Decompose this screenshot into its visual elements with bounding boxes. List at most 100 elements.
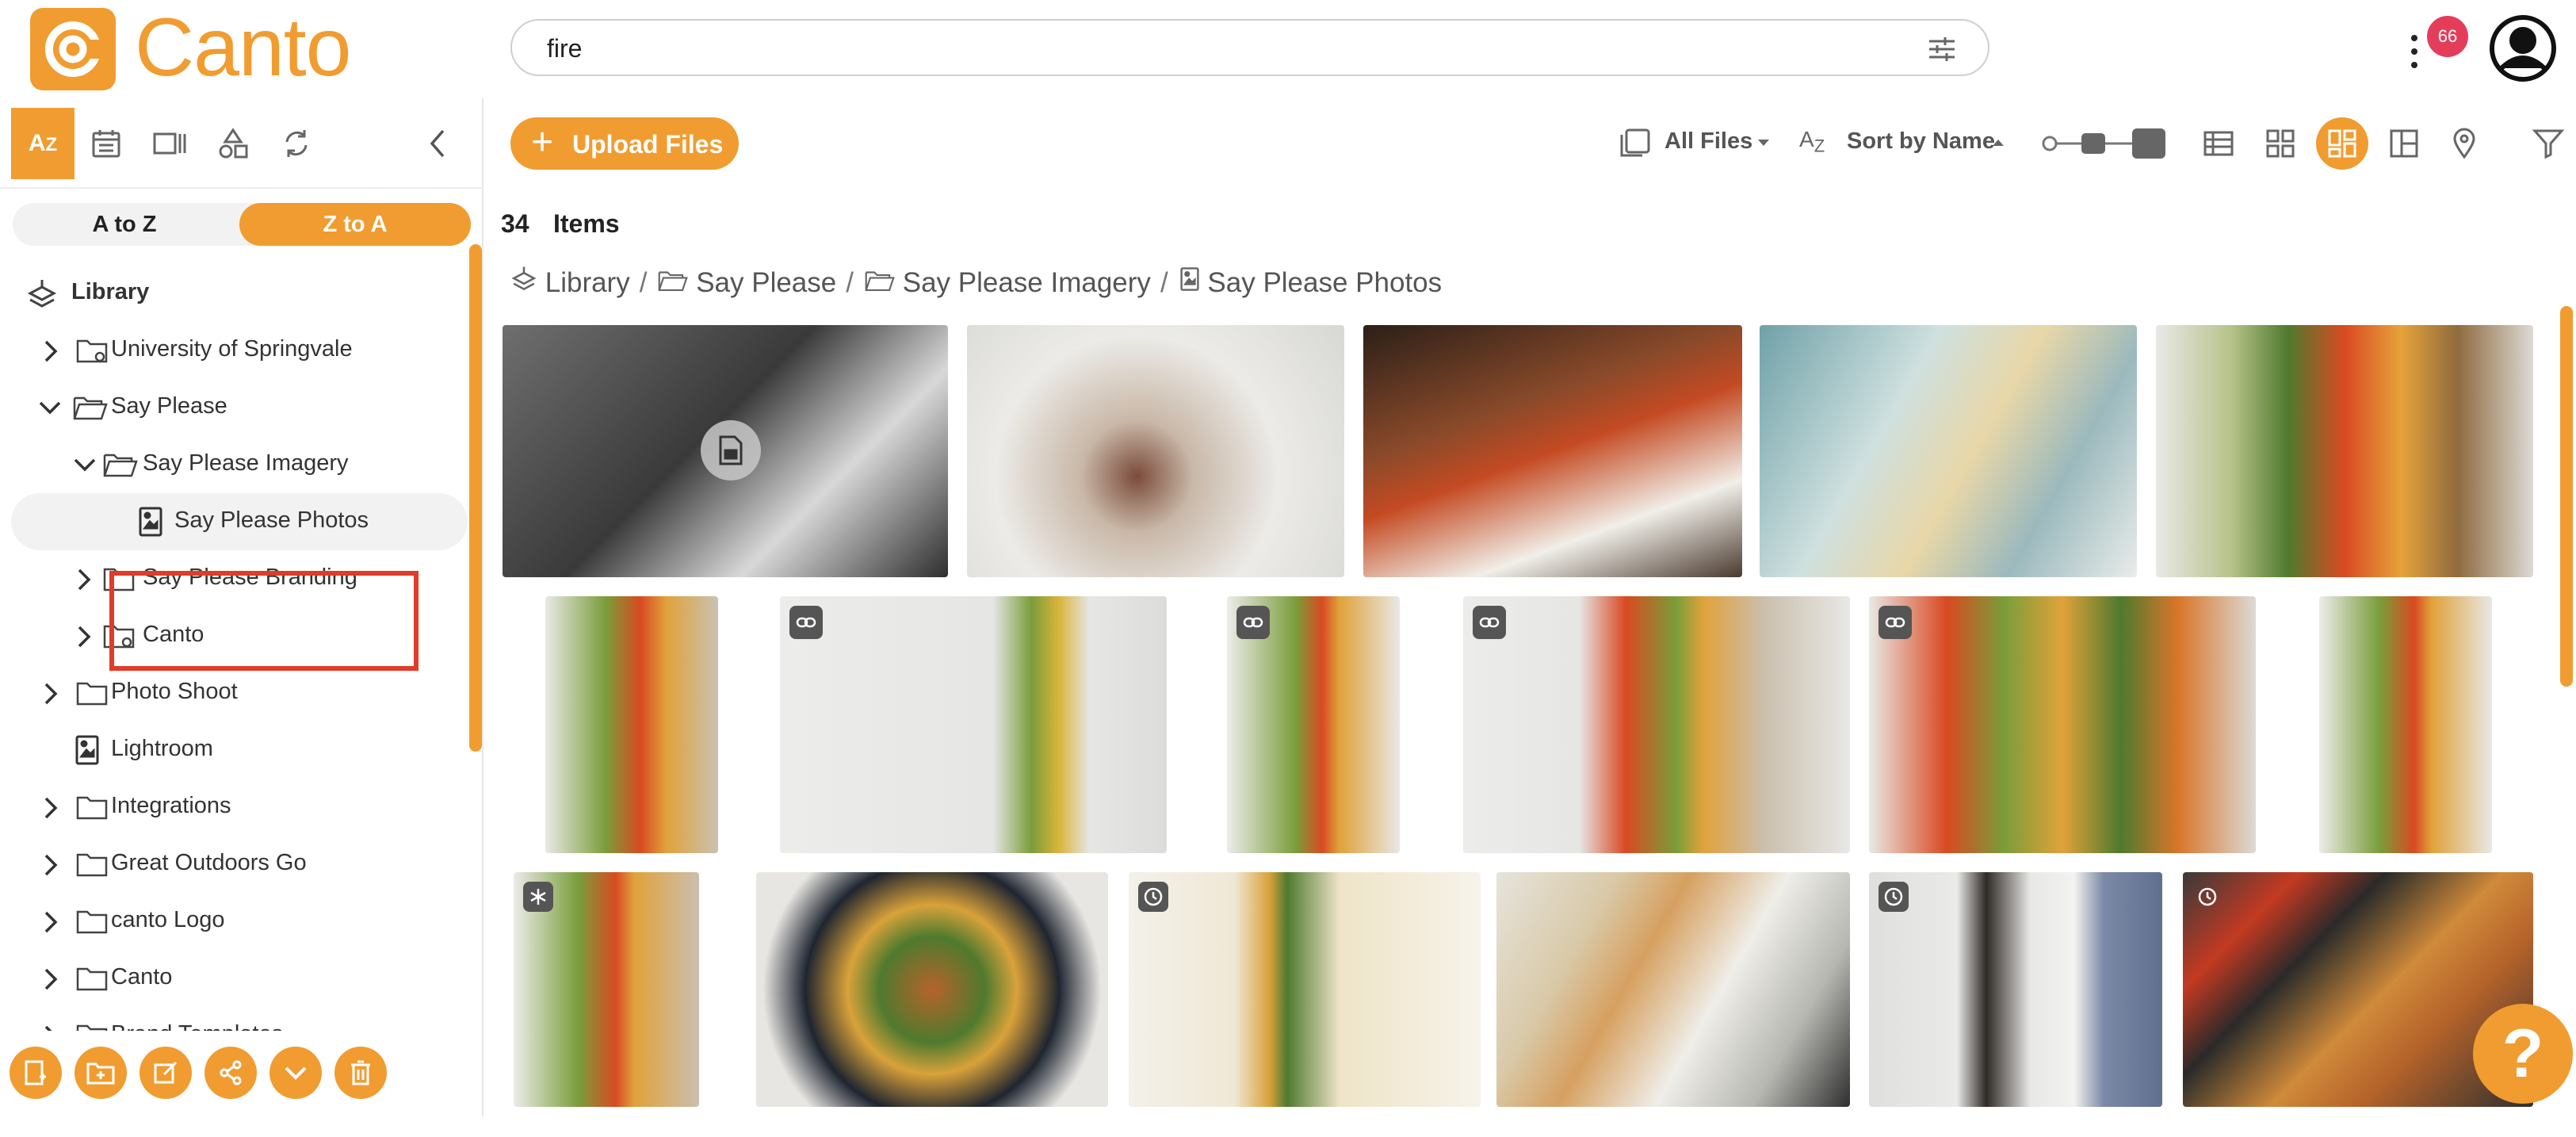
chevron-right-icon[interactable] [43,682,59,706]
thumbnail-size-slider[interactable] [2039,122,2173,165]
sidebar-scrollbar[interactable] [469,244,482,752]
breadcrumb-separator: / [639,267,648,298]
search-filter-icon[interactable] [1928,35,1956,63]
tree-item-label: Great Outdoors Go [111,850,307,875]
tree-item-say-please-imagery[interactable]: Say Please Imagery [0,436,468,493]
grid-view-icon[interactable] [2254,117,2307,170]
caret-down-icon[interactable] [1756,138,1771,147]
breadcrumb-say-please-imagery[interactable]: Say Please Imagery [865,267,1151,299]
asset-thumbnail[interactable] [514,872,699,1107]
more-menu-icon[interactable] [2406,32,2422,71]
asset-thumbnail[interactable] [1129,872,1481,1107]
asset-thumbnail[interactable] [1463,596,1850,853]
clock-icon [2192,882,2222,912]
search-bar[interactable] [510,19,1989,76]
tree-item-say-please-photos[interactable]: Say Please Photos [11,493,468,550]
share-button[interactable] [204,1047,257,1099]
tree-item-label: canto Logo [111,907,225,932]
asset-thumbnail[interactable] [503,325,948,577]
files-icon[interactable] [1619,127,1653,159]
folder-open-icon [103,454,138,477]
all-files-dropdown[interactable]: All Files [1664,128,1752,155]
chevron-right-icon[interactable] [43,967,59,991]
tree-item-label: Library [71,279,150,304]
split-view-icon[interactable] [2378,117,2430,170]
map-pin-icon[interactable] [2438,117,2490,170]
chevron-right-icon[interactable] [43,339,59,363]
help-button[interactable]: ? [2473,1004,2573,1104]
asset-thumbnail[interactable] [2156,325,2533,577]
snowflake-icon [523,882,553,912]
tree-item-canto[interactable]: Canto [0,950,468,1007]
tree-item-label: Lightroom [111,736,213,761]
edit-button[interactable] [140,1047,192,1099]
chevron-right-icon[interactable] [43,796,59,820]
chevron-right-icon[interactable] [43,853,59,877]
user-avatar-icon[interactable] [2489,14,2557,82]
tree-item-great-outdoors-go[interactable]: Great Outdoors Go [0,836,468,893]
notification-badge[interactable]: 66 [2427,16,2468,57]
sort-by-dropdown[interactable]: Sort by Name [1847,128,1995,155]
document-icon [701,420,761,480]
sort-alpha-icon[interactable]: AZ [11,108,75,179]
item-count-label: Items [553,209,620,238]
sort-name-icon[interactable]: AZ [1799,127,1825,157]
folder-open-icon [865,271,895,292]
new-folder-button[interactable] [75,1047,127,1099]
new-album-button[interactable] [10,1047,62,1099]
shapes-icon[interactable] [201,108,265,179]
tree-item-label: Photo Shoot [111,679,238,704]
breadcrumb-say-please-photos[interactable]: Say Please Photos [1179,266,1442,299]
content-toolbar: + Upload Files All Files AZ Sort by Name [485,98,2576,189]
breadcrumb-say-please[interactable]: Say Please [658,267,836,299]
chevron-right-icon[interactable] [43,910,59,934]
clock-icon [1878,882,1909,912]
sort-order-toggle: A to Z Z to A [13,203,471,246]
upload-files-button[interactable]: + Upload Files [510,117,739,170]
tree-item-label: Say Please [111,393,227,419]
asset-thumbnail[interactable] [1227,596,1400,853]
tree-item-say-please[interactable]: Say Please [0,379,468,436]
tree-item-university-of-springvale[interactable]: University of Springvale [0,322,468,379]
breadcrumb-separator: / [1160,267,1168,298]
tree-item-integrations[interactable]: Integrations [0,779,468,836]
delete-button[interactable] [334,1047,387,1099]
filter-icon[interactable] [2522,117,2574,170]
tree-item-canto-logo[interactable]: canto Logo [0,893,468,950]
sort-z-to-a-button[interactable]: Z to A [239,203,471,246]
asset-thumbnail[interactable] [1760,325,2137,577]
chevron-down-icon[interactable] [38,400,62,415]
sort-a-to-z-button[interactable]: A to Z [13,203,236,246]
gallery-icon[interactable] [138,108,201,179]
asset-thumbnail[interactable] [1363,325,1742,577]
asset-thumbnail[interactable] [780,596,1167,853]
asset-thumbnail[interactable] [2319,596,2492,853]
list-view-icon[interactable] [2192,117,2245,170]
collapse-sidebar-icon[interactable] [406,108,469,179]
asset-thumbnail[interactable] [1496,872,1850,1107]
chevron-right-icon[interactable] [76,625,92,649]
content-scrollbar[interactable] [2560,306,2573,687]
calendar-icon[interactable] [75,108,138,179]
chevron-down-icon[interactable] [73,457,97,473]
asset-thumbnail[interactable] [1869,872,2162,1107]
tree-item-photo-shoot[interactable]: Photo Shoot [0,664,468,722]
breadcrumb-separator: / [846,267,854,298]
asset-thumbnail[interactable] [967,325,1344,577]
asset-thumbnail[interactable] [1869,596,2256,853]
album-icon [139,507,162,537]
tree-item-library[interactable]: Library [0,265,468,322]
app-logo-text[interactable]: Canto [135,3,352,92]
breadcrumb-library[interactable]: Library [510,265,630,299]
more-actions-button[interactable] [269,1047,322,1099]
asset-thumbnail[interactable] [545,596,718,853]
caret-up-icon[interactable] [1991,138,2005,147]
canto-logo-icon[interactable] [30,8,116,90]
chevron-right-icon[interactable] [76,568,92,591]
search-input[interactable] [545,27,1896,70]
masonry-view-icon[interactable] [2316,117,2368,170]
asset-thumbnail[interactable] [756,872,1108,1107]
sync-icon[interactable] [265,108,328,179]
tree-item-lightroom[interactable]: Lightroom [0,722,468,779]
selection-highlight-box [109,571,419,671]
